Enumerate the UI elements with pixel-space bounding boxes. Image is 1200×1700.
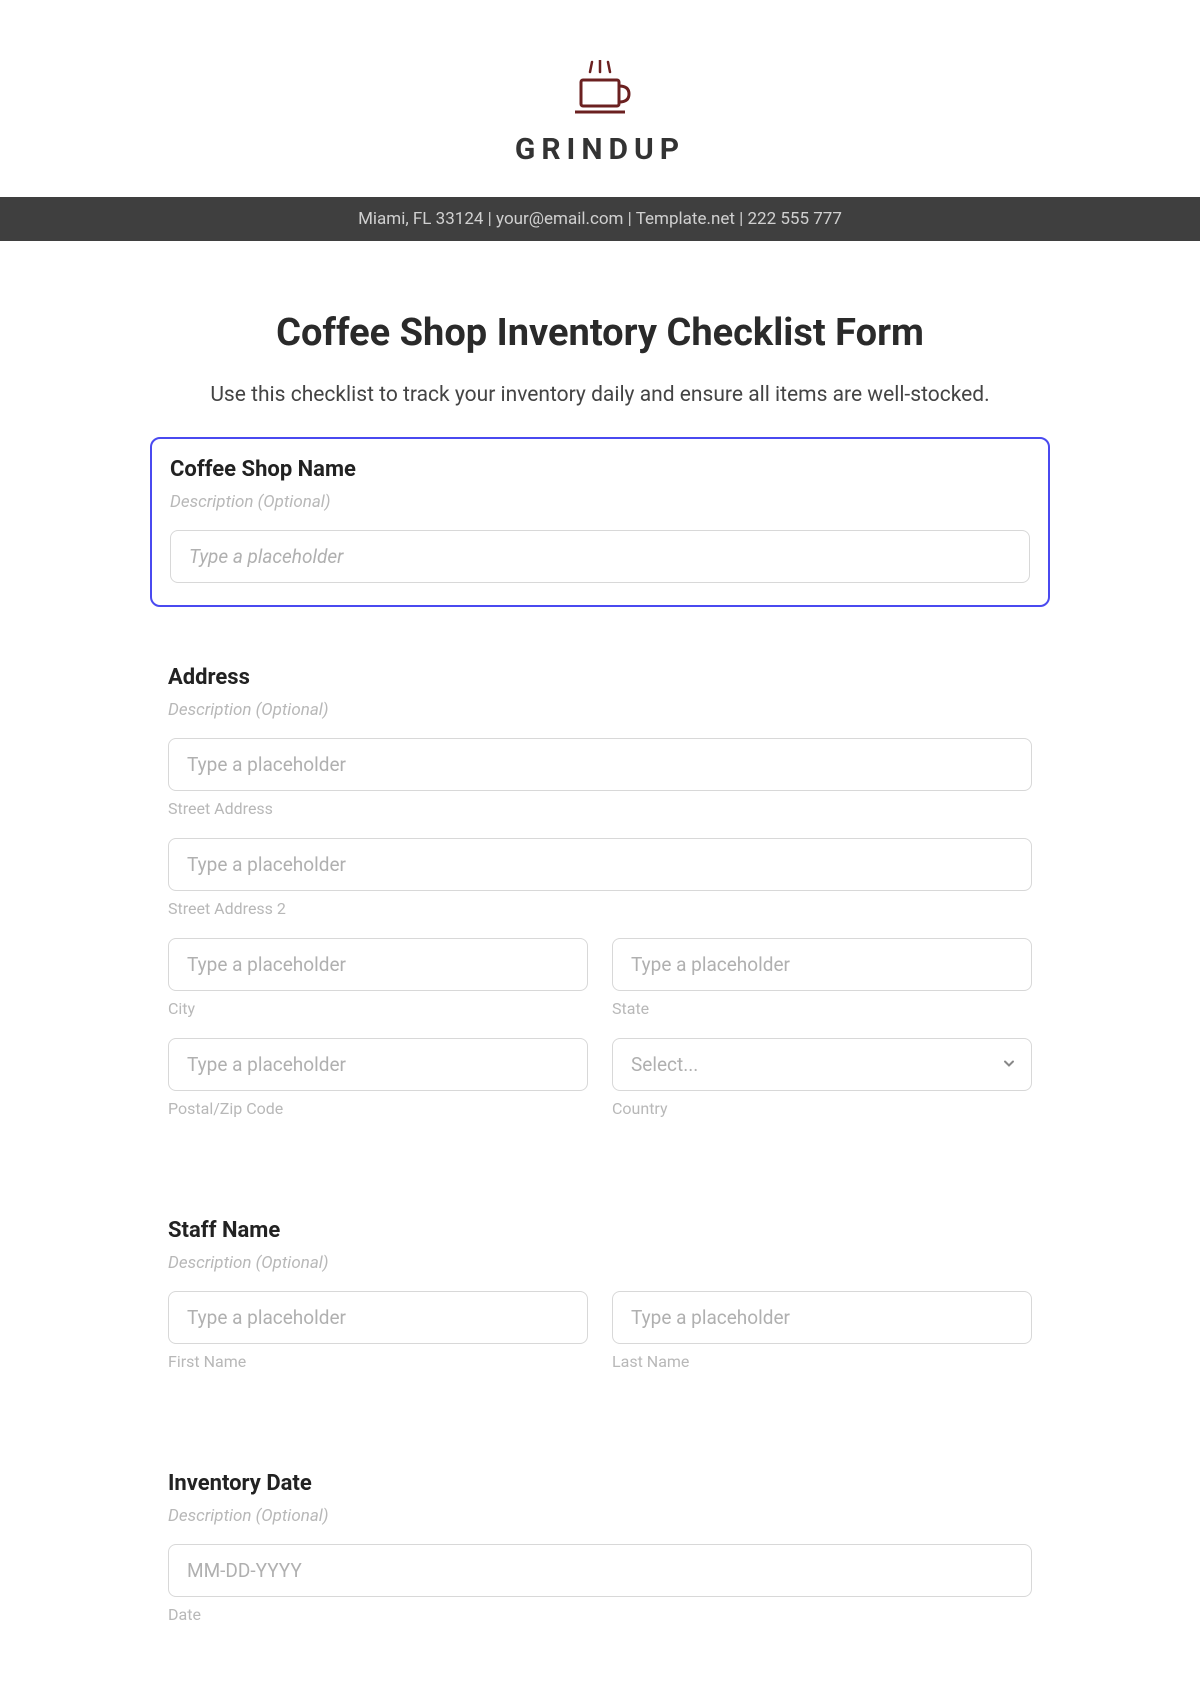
section-address: Address Description (Optional) Street Ad… [150,647,1050,1160]
date-sublabel: Date [168,1605,1032,1624]
city-sublabel: City [168,999,588,1018]
postal-sublabel: Postal/Zip Code [168,1099,588,1118]
postal-input[interactable] [168,1038,588,1091]
date-label: Inventory Date [168,1471,1032,1496]
state-sublabel: State [612,999,1032,1018]
street-sublabel: Street Address [168,799,1032,818]
section-date: Inventory Date Description (Optional) Da… [150,1453,1050,1646]
city-input[interactable] [168,938,588,991]
shop-name-input[interactable] [170,530,1030,583]
staff-label: Staff Name [168,1218,1032,1243]
street2-input[interactable] [168,838,1032,891]
header-contact-bar: Miami, FL 33124 | your@email.com | Templ… [0,197,1200,241]
address-desc: Description (Optional) [168,700,1032,720]
last-name-sublabel: Last Name [612,1352,1032,1371]
country-sublabel: Country [612,1099,1032,1118]
first-name-input[interactable] [168,1291,588,1344]
staff-desc: Description (Optional) [168,1253,1032,1273]
coffee-cup-icon [565,60,635,124]
shop-name-desc: Description (Optional) [170,492,1030,512]
street-input[interactable] [168,738,1032,791]
shop-name-label: Coffee Shop Name [170,457,1030,482]
address-label: Address [168,665,1032,690]
logo-section: GRINDUP [0,0,1200,197]
form-description: Use this checklist to track your invento… [150,383,1050,407]
first-name-sublabel: First Name [168,1352,588,1371]
date-input[interactable] [168,1544,1032,1597]
country-select[interactable] [612,1038,1032,1091]
date-desc: Description (Optional) [168,1506,1032,1526]
form-title: Coffee Shop Inventory Checklist Form [150,311,1050,355]
street2-sublabel: Street Address 2 [168,899,1032,918]
section-staff: Staff Name Description (Optional) First … [150,1200,1050,1413]
last-name-input[interactable] [612,1291,1032,1344]
section-shop-name: Coffee Shop Name Description (Optional) [150,437,1050,607]
state-input[interactable] [612,938,1032,991]
brand-name: GRINDUP [0,132,1200,167]
